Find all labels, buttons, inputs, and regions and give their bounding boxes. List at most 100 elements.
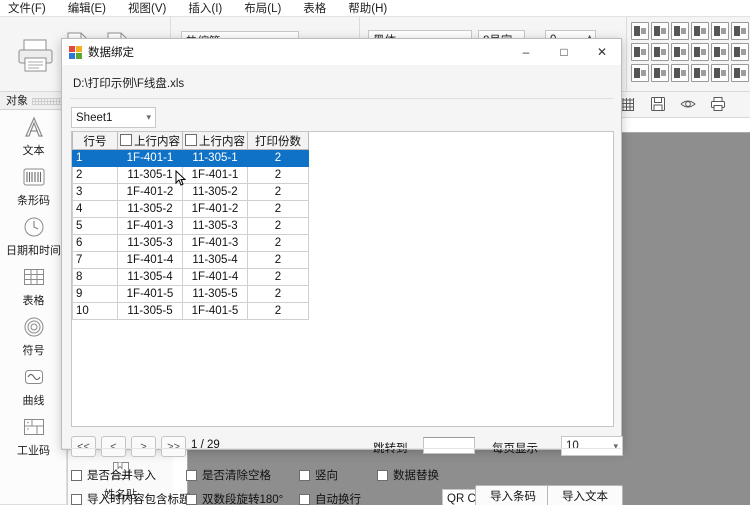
distribute-vertical-icon[interactable] [651, 43, 669, 61]
distribute-horizontal-icon[interactable] [631, 43, 649, 61]
printer-icon[interactable] [16, 37, 58, 73]
option-label: 数据替换 [393, 470, 439, 482]
object-tool-label: 日期和时间 [6, 244, 61, 257]
checkbox[interactable] [299, 469, 310, 481]
option-vertical[interactable]: 竖向 [299, 467, 338, 483]
maximize-button[interactable]: □ [545, 39, 583, 65]
checkbox[interactable] [71, 469, 82, 481]
cell-row-no: 10 [72, 302, 118, 320]
menu-item-help[interactable]: 帮助(H) [348, 0, 387, 16]
table-row[interactable]: 6 11-305-3 1F-401-3 2 [72, 234, 309, 252]
object-tool-industrial-code[interactable]: 工业码 [0, 411, 66, 461]
import-barcode-button[interactable]: 导入条码 [475, 485, 551, 505]
import-text-button[interactable]: 导入文本 [547, 485, 623, 505]
object-panel-header: 对象 [0, 92, 68, 110]
cell-row-no: 6 [72, 234, 118, 252]
cell-copies: 2 [247, 217, 309, 235]
cell-upper-1: 1F-401-1 [117, 149, 183, 167]
last-page-button[interactable]: >> [161, 436, 186, 457]
align-middle-icon[interactable] [711, 22, 729, 40]
grid-toggle-icon[interactable] [620, 97, 635, 112]
checkbox[interactable] [377, 469, 388, 481]
column-header-upper-content-1[interactable]: 上行内容 [117, 132, 183, 150]
object-tool-symbol[interactable]: 符号 [0, 311, 66, 361]
column-header-row-no[interactable]: 行号 [72, 132, 118, 150]
menu-item-table[interactable]: 表格 [303, 0, 326, 16]
same-size-icon[interactable] [711, 43, 729, 61]
option-clear-spaces[interactable]: 是否清除空格 [186, 467, 271, 483]
align-left-icon[interactable] [631, 22, 649, 40]
align-center-horizontal-icon[interactable] [651, 22, 669, 40]
menu-item-view[interactable]: 视图(V) [128, 0, 166, 16]
cell-copies: 2 [247, 302, 309, 320]
table-row[interactable]: 10 11-305-5 1F-401-5 2 [72, 302, 309, 320]
next-page-button[interactable]: > [131, 436, 156, 457]
jump-to-input[interactable] [423, 437, 475, 454]
table-row[interactable]: 9 1F-401-5 11-305-5 2 [72, 285, 309, 303]
bring-front-icon[interactable] [631, 64, 649, 82]
align-top-icon[interactable] [691, 22, 709, 40]
flip-vertical-icon[interactable] [691, 64, 709, 82]
close-button[interactable]: ✕ [583, 39, 621, 65]
data-grid-container[interactable]: 行号 上行内容 上行内容 打印份数 1 1F-401-1 11-305-1 2 … [71, 131, 614, 427]
column-header-print-copies[interactable]: 打印份数 [247, 132, 309, 150]
dialog-title: 数据绑定 [88, 47, 134, 59]
option-merge-import[interactable]: 是否合并导入 [71, 467, 156, 483]
object-tool-table[interactable]: 表格 [0, 261, 66, 311]
column-header-label: 上行内容 [199, 135, 245, 148]
same-height-icon[interactable] [691, 43, 709, 61]
option-rotate-even-180[interactable]: 双数段旋转180° [186, 491, 283, 505]
cell-upper-2: 11-305-4 [182, 251, 248, 269]
checkbox[interactable] [186, 469, 197, 481]
flip-horizontal-icon[interactable] [671, 64, 689, 82]
group-objects-icon[interactable] [731, 43, 749, 61]
per-page-select[interactable]: 10 ▾ [561, 436, 623, 456]
checkbox[interactable] [71, 493, 82, 505]
column-checkbox[interactable] [120, 133, 132, 146]
first-page-button[interactable]: << [71, 436, 96, 457]
preview-eye-icon[interactable] [679, 96, 697, 114]
send-back-icon[interactable] [651, 64, 669, 82]
option-data-replace[interactable]: 数据替换 [377, 467, 439, 483]
unlock-object-icon[interactable] [731, 64, 749, 82]
object-tool-list: 文本 条形码 日期和时间 表格 符号 曲线 工业码 [0, 111, 67, 505]
cell-upper-1: 11-305-2 [117, 200, 183, 218]
cell-upper-1: 1F-401-4 [117, 251, 183, 269]
checkbox[interactable] [299, 493, 310, 505]
minimize-button[interactable]: ‒ [507, 39, 545, 65]
table-row[interactable]: 7 1F-401-4 11-305-4 2 [72, 251, 309, 269]
datetime-icon [21, 215, 47, 239]
print-icon[interactable] [709, 96, 727, 114]
align-right-icon[interactable] [671, 22, 689, 40]
menu-item-file[interactable]: 文件(F) [8, 0, 46, 16]
menu-item-layout[interactable]: 布局(L) [244, 0, 281, 16]
checkbox[interactable] [186, 493, 197, 505]
dialog-title-bar[interactable]: 数据绑定 ‒ □ ✕ [62, 39, 621, 65]
option-include-header[interactable]: 导入时内容包含标题 [71, 491, 191, 505]
table-row[interactable]: 2 11-305-1 1F-401-1 2 [72, 166, 309, 184]
column-checkbox[interactable] [185, 133, 197, 146]
menu-item-edit[interactable]: 编辑(E) [68, 0, 106, 16]
sheet-select[interactable]: Sheet1 ▾ [71, 107, 156, 128]
object-tool-text[interactable]: 文本 [0, 111, 66, 161]
save-icon[interactable] [649, 96, 667, 114]
prev-page-button[interactable]: < [101, 436, 126, 457]
same-width-icon[interactable] [671, 43, 689, 61]
menu-bar: 文件(F) 编辑(E) 视图(V) 插入(I) 布局(L) 表格 帮助(H) [0, 0, 750, 17]
table-row[interactable]: 3 1F-401-2 11-305-2 2 [72, 183, 309, 201]
object-tool-barcode[interactable]: 条形码 [0, 161, 66, 211]
object-tool-datetime[interactable]: 日期和时间 [0, 211, 66, 261]
option-label: 导入时内容包含标题 [87, 494, 191, 505]
table-row[interactable]: 5 1F-401-3 11-305-3 2 [72, 217, 309, 235]
align-bottom-icon[interactable] [731, 22, 749, 40]
lock-object-icon[interactable] [711, 64, 729, 82]
cell-row-no: 9 [72, 285, 118, 303]
menu-item-insert[interactable]: 插入(I) [188, 0, 222, 16]
text-icon [21, 115, 47, 139]
table-row[interactable]: 1 1F-401-1 11-305-1 2 [72, 149, 309, 167]
table-row[interactable]: 8 11-305-4 1F-401-4 2 [72, 268, 309, 286]
column-header-upper-content-2[interactable]: 上行内容 [182, 132, 248, 150]
object-tool-curve[interactable]: 曲线 [0, 361, 66, 411]
option-auto-wrap[interactable]: 自动换行 [299, 491, 361, 505]
table-row[interactable]: 4 11-305-2 1F-401-2 2 [72, 200, 309, 218]
